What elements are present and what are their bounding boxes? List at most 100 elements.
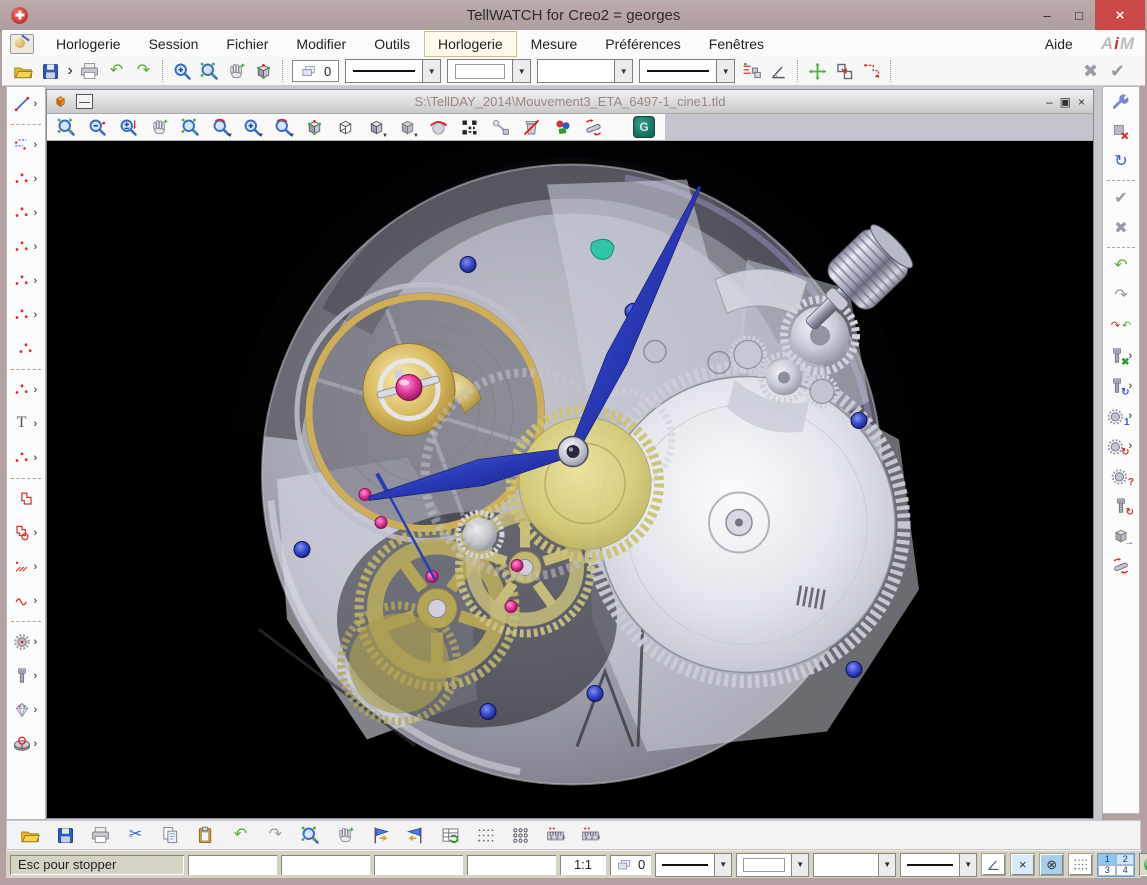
- grid-circles-button[interactable]: [507, 823, 534, 848]
- confirm-button[interactable]: ✔: [1104, 59, 1131, 84]
- redo-button[interactable]: ↷: [130, 59, 157, 84]
- save-button-2[interactable]: [52, 823, 79, 848]
- tool-assembly-rotate[interactable]: ↻›: [1103, 371, 1139, 401]
- cancel-button[interactable]: ✖: [1077, 59, 1104, 84]
- zoom-out-button[interactable]: [84, 115, 110, 139]
- view-shaded-button[interactable]: ▼: [394, 115, 420, 139]
- tool-hatch[interactable]: ›: [7, 550, 45, 584]
- snap-angle-button[interactable]: [981, 853, 1006, 876]
- dropdown-arrow-icon[interactable]: ▼: [512, 60, 530, 82]
- snap-grid-button[interactable]: [1068, 853, 1093, 876]
- numbering-button-1[interactable]: [542, 823, 569, 848]
- tool-points-2[interactable]: ›: [7, 196, 45, 230]
- status-line-style-dropdown[interactable]: ▼: [655, 853, 732, 877]
- dropdown-arrow-icon[interactable]: ▼: [422, 60, 440, 82]
- view-cube-corners-button[interactable]: [301, 115, 327, 139]
- status-line-type-dropdown[interactable]: ▼: [900, 853, 977, 877]
- cut-button[interactable]: ✂: [122, 823, 149, 848]
- tool-points-6[interactable]: [7, 332, 45, 366]
- open-button[interactable]: [10, 59, 37, 84]
- zoom-in-view-button[interactable]: ▼: [239, 115, 265, 139]
- tool-gear-train[interactable]: ↻›: [1103, 431, 1139, 461]
- redo-button-2[interactable]: ↷: [262, 823, 289, 848]
- open-button-2[interactable]: [17, 823, 44, 848]
- pan-button-2[interactable]: [332, 823, 359, 848]
- menu-fenetres[interactable]: Fenêtres: [695, 31, 778, 57]
- quadrant-3[interactable]: 3: [1098, 865, 1116, 876]
- scale-field[interactable]: 1:1: [560, 855, 606, 875]
- snap-center-button[interactable]: ⊗: [1039, 853, 1064, 876]
- document-titlebar[interactable]: S:\TellDAY_2014\Mouvement3_ETA_6497-1_ci…: [47, 90, 1093, 114]
- tool-cancel[interactable]: ✖: [1103, 214, 1139, 244]
- dropdown-arrow-icon[interactable]: ▼: [959, 854, 976, 876]
- coord-field-4[interactable]: [467, 855, 556, 875]
- view-3d-button[interactable]: [250, 59, 277, 84]
- tool-points-5[interactable]: ›: [7, 298, 45, 332]
- coord-field-2[interactable]: [281, 855, 370, 875]
- menu-session[interactable]: Session: [135, 31, 213, 57]
- tool-confirm[interactable]: ✔: [1103, 184, 1139, 214]
- quadrant-2[interactable]: 2: [1116, 854, 1134, 865]
- tool-movement[interactable]: ›: [7, 727, 45, 761]
- zoom-fit-button-2[interactable]: [297, 823, 324, 848]
- tool-regenerate[interactable]: ↻: [1103, 147, 1139, 177]
- tool-points-4[interactable]: ›: [7, 264, 45, 298]
- import-view-button[interactable]: [367, 823, 394, 848]
- status-color-dropdown[interactable]: ▼: [736, 853, 809, 877]
- doc-minimize-button[interactable]: –: [1046, 95, 1053, 109]
- render-settings-button[interactable]: [456, 115, 482, 139]
- menu-preferences[interactable]: Préférences: [591, 31, 694, 57]
- maximize-button[interactable]: □: [1063, 0, 1095, 30]
- print-button-2[interactable]: [87, 823, 114, 848]
- angle-button[interactable]: [765, 59, 792, 84]
- tool-gear[interactable]: ›: [7, 625, 45, 659]
- tool-jewel[interactable]: ›: [7, 693, 45, 727]
- move-button[interactable]: [804, 59, 831, 84]
- quadrant-selector[interactable]: 1 2 3 4: [1097, 853, 1135, 877]
- tool-points-8[interactable]: ›: [7, 441, 45, 475]
- coord-field-3[interactable]: [374, 855, 463, 875]
- delete-display-button[interactable]: [518, 115, 544, 139]
- tool-contour[interactable]: [7, 482, 45, 516]
- pan-button[interactable]: [223, 59, 250, 84]
- undo-button[interactable]: ↶: [103, 59, 130, 84]
- layer-selector-status[interactable]: 0: [610, 855, 651, 875]
- copy-geometry-button[interactable]: [831, 59, 858, 84]
- dropdown-arrow-icon[interactable]: ▼: [716, 60, 734, 82]
- view-rotate-button[interactable]: ▼: [270, 115, 296, 139]
- snap-off-button[interactable]: ×: [1010, 853, 1035, 876]
- tool-text[interactable]: T›: [7, 407, 45, 441]
- coord-field-1[interactable]: [188, 855, 277, 875]
- pan-view-button[interactable]: [146, 115, 172, 139]
- paste-position-button[interactable]: [858, 59, 885, 84]
- zoom-dynamic-button[interactable]: [115, 115, 141, 139]
- tool-assembly-constrain[interactable]: ✖›: [1103, 341, 1139, 371]
- grid-points-button[interactable]: [472, 823, 499, 848]
- zoom-in-button[interactable]: [169, 59, 196, 84]
- line-type-dropdown[interactable]: ▼: [639, 59, 735, 83]
- tool-wrench[interactable]: [1103, 87, 1139, 117]
- numbering-button-2[interactable]: [577, 823, 604, 848]
- menu-horlogerie-2[interactable]: Horlogerie: [424, 31, 517, 57]
- dropdown-arrow-icon[interactable]: ▼: [878, 854, 895, 876]
- save-button[interactable]: [37, 59, 64, 84]
- tool-gear-query[interactable]: ?: [1103, 461, 1139, 491]
- dropdown-arrow-icon[interactable]: ▼: [714, 854, 731, 876]
- print-button[interactable]: [76, 59, 103, 84]
- tool-swap[interactable]: ↷↶: [1103, 311, 1139, 341]
- view-wireframe-button[interactable]: [332, 115, 358, 139]
- close-button[interactable]: ×: [1095, 0, 1145, 30]
- line-color-dropdown[interactable]: ▼: [447, 59, 531, 83]
- connection-button[interactable]: [487, 115, 513, 139]
- g-app-badge[interactable]: G: [633, 116, 655, 138]
- line-style-dropdown[interactable]: ▼: [345, 59, 441, 83]
- tool-points-1[interactable]: ›: [7, 162, 45, 196]
- zoom-fit-view-button[interactable]: [177, 115, 203, 139]
- tool-points-7[interactable]: ›: [7, 373, 45, 407]
- tool-dimension[interactable]: ›: [7, 128, 45, 162]
- tool-screw[interactable]: ›: [7, 659, 45, 693]
- menu-fichier[interactable]: Fichier: [212, 31, 282, 57]
- shaded-parts-button[interactable]: [549, 115, 575, 139]
- status-width-dropdown[interactable]: ▼: [813, 853, 896, 877]
- line-width-dropdown[interactable]: ▼: [537, 59, 633, 83]
